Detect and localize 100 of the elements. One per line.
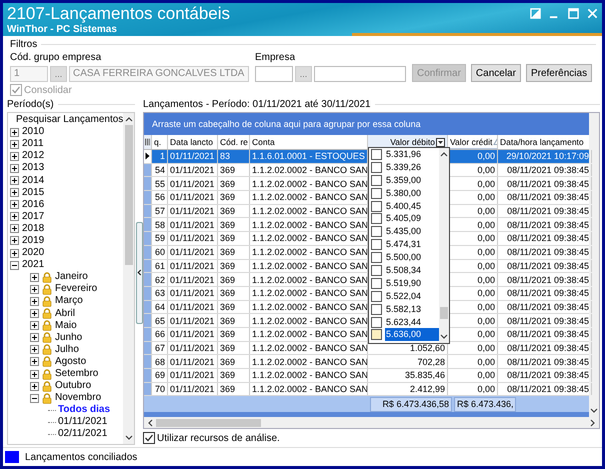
tree-item[interactable]: Agosto [55, 356, 86, 368]
expand-icon[interactable] [30, 284, 39, 294]
scroll-up-icon[interactable] [124, 116, 132, 122]
tree-item[interactable]: 2010 [22, 126, 44, 138]
table-row[interactable]: 70 01/11/2021 369 1.1.2.02.0002 - BANCO SAN 2.412,99 0,00 08/11/2021 09:38:45 [144, 382, 589, 396]
checkbox[interactable] [371, 148, 382, 160]
action-button[interactable]: Cancelar [470, 64, 521, 82]
expand-icon[interactable] [30, 333, 39, 342]
expand-icon[interactable] [10, 128, 19, 137]
table-row[interactable]: 67 01/11/2021 369 1.1.2.02.0002 - BANCO SAN 1.052,60 0,00 08/11/2021 09:38:45 [144, 342, 589, 356]
checkbox[interactable] [371, 316, 382, 328]
tree-item[interactable]: Abril [55, 308, 76, 320]
filter-option[interactable]: 5.623,44 [385, 316, 439, 328]
filter-option[interactable]: 5.636,00 [385, 328, 439, 342]
expand-icon[interactable] [30, 370, 39, 379]
checkbox[interactable] [371, 239, 382, 250]
scrollbar[interactable] [144, 417, 599, 428]
tree-item[interactable]: 2013 [22, 162, 44, 174]
checkbox[interactable] [143, 432, 155, 444]
tree-item[interactable]: Setembro [55, 368, 98, 380]
expand-icon[interactable] [30, 357, 39, 366]
checkbox[interactable] [371, 226, 382, 238]
checkbox[interactable] [371, 264, 382, 276]
column-header[interactable]: Cód. re [218, 135, 250, 149]
tree-item[interactable]: 2015 [22, 186, 44, 199]
tree-item[interactable]: 2020 [22, 247, 44, 260]
filter-icon[interactable] [436, 138, 445, 146]
tree-item[interactable]: 2017 [22, 210, 44, 223]
table-row[interactable]: 69 01/11/2021 369 1.1.2.02.0002 - BANCO SAN 35.835,46 0,00 08/11/2021 09:38:45 [144, 369, 589, 383]
scroll-thumb[interactable] [440, 307, 448, 319]
checkbox[interactable] [371, 162, 382, 173]
expand-icon[interactable] [10, 236, 19, 246]
tree-item[interactable]: Março [55, 295, 83, 308]
scroll-down-icon[interactable] [590, 408, 598, 414]
tree-item[interactable]: 2014 [22, 174, 44, 187]
tree-item[interactable]: Todos dias [58, 404, 110, 416]
scrollbar[interactable] [439, 148, 449, 343]
column-header[interactable]: Data lancto [168, 135, 218, 149]
tree-item[interactable]: 01/11/2021 [58, 416, 108, 428]
expand-icon[interactable] [30, 272, 39, 282]
expand-icon[interactable] [10, 224, 19, 234]
tree-item[interactable]: 2018 [22, 222, 44, 235]
maximize-icon[interactable] [568, 8, 579, 19]
expand-icon[interactable] [10, 248, 19, 258]
expand-icon[interactable] [10, 152, 19, 161]
scroll-down-icon[interactable] [440, 334, 448, 340]
scroll-left-icon[interactable] [147, 418, 153, 426]
scroll-thumb[interactable] [124, 125, 132, 265]
checkbox[interactable] [371, 329, 382, 340]
tree-item[interactable]: Pesquisar Lançamentos [16, 114, 123, 126]
filter-option[interactable]: 5.331,96 [385, 148, 439, 161]
scrollbar[interactable] [123, 113, 134, 444]
splitter-handle[interactable] [136, 222, 142, 324]
tree-item[interactable]: 2021 [22, 259, 44, 272]
row-indicator[interactable] [144, 150, 152, 163]
expand-icon[interactable] [30, 296, 39, 306]
expand-icon[interactable] [10, 200, 19, 210]
checkbox[interactable] [371, 174, 382, 186]
expand-icon[interactable] [30, 321, 39, 330]
tree-item[interactable]: Maio [55, 320, 77, 332]
tree-item[interactable]: Outubro [55, 380, 92, 392]
tree-item[interactable]: Novembro [55, 392, 102, 404]
scrollbar[interactable] [589, 113, 599, 417]
close-icon[interactable] [587, 8, 598, 19]
tree-item[interactable]: 2016 [22, 198, 44, 211]
expand-icon[interactable] [10, 176, 19, 186]
expand-icon[interactable] [30, 309, 39, 318]
column-header[interactable]: q. [152, 135, 168, 149]
scroll-up-icon[interactable] [440, 151, 448, 157]
expand-icon[interactable] [10, 140, 19, 149]
collapse-icon[interactable] [10, 260, 19, 270]
tree-item[interactable]: Julho [55, 344, 79, 356]
table-row[interactable]: 68 01/11/2021 369 1.1.2.02.0002 - BANCO SAN 702,28 0,00 08/11/2021 09:38:45 [144, 355, 589, 369]
column-selector[interactable] [144, 135, 152, 149]
scroll-right-icon[interactable] [590, 418, 596, 426]
resize-icon[interactable] [530, 8, 541, 19]
action-button[interactable]: Preferências [526, 64, 592, 82]
scroll-down-icon[interactable] [124, 435, 132, 441]
checkbox[interactable] [371, 200, 382, 212]
expand-icon[interactable] [30, 345, 39, 354]
checkbox[interactable] [371, 213, 382, 224]
filter-option[interactable]: 5.582,13 [385, 302, 439, 316]
expand-icon[interactable] [10, 164, 19, 173]
tree-item[interactable]: Fevereiro [55, 283, 98, 296]
expand-icon[interactable] [10, 188, 19, 198]
checkbox[interactable] [371, 252, 382, 264]
expand-icon[interactable] [10, 212, 19, 222]
expand-icon[interactable] [30, 382, 39, 391]
tree-item[interactable]: 2012 [22, 150, 44, 162]
checkbox[interactable] [371, 278, 382, 289]
checkbox[interactable] [371, 188, 382, 199]
tree-item[interactable]: Junho [55, 332, 82, 344]
checkbox[interactable] [371, 304, 382, 315]
input-field[interactable] [314, 66, 406, 82]
tree-item[interactable]: Janeiro [55, 271, 88, 284]
filter-option[interactable]: 5.522,04 [385, 290, 439, 303]
tree-item[interactable]: 2019 [22, 234, 44, 247]
input-field[interactable] [255, 66, 293, 82]
tree-item[interactable]: 02/11/2021 [58, 428, 108, 440]
tree-item[interactable]: 2011 [22, 138, 44, 150]
